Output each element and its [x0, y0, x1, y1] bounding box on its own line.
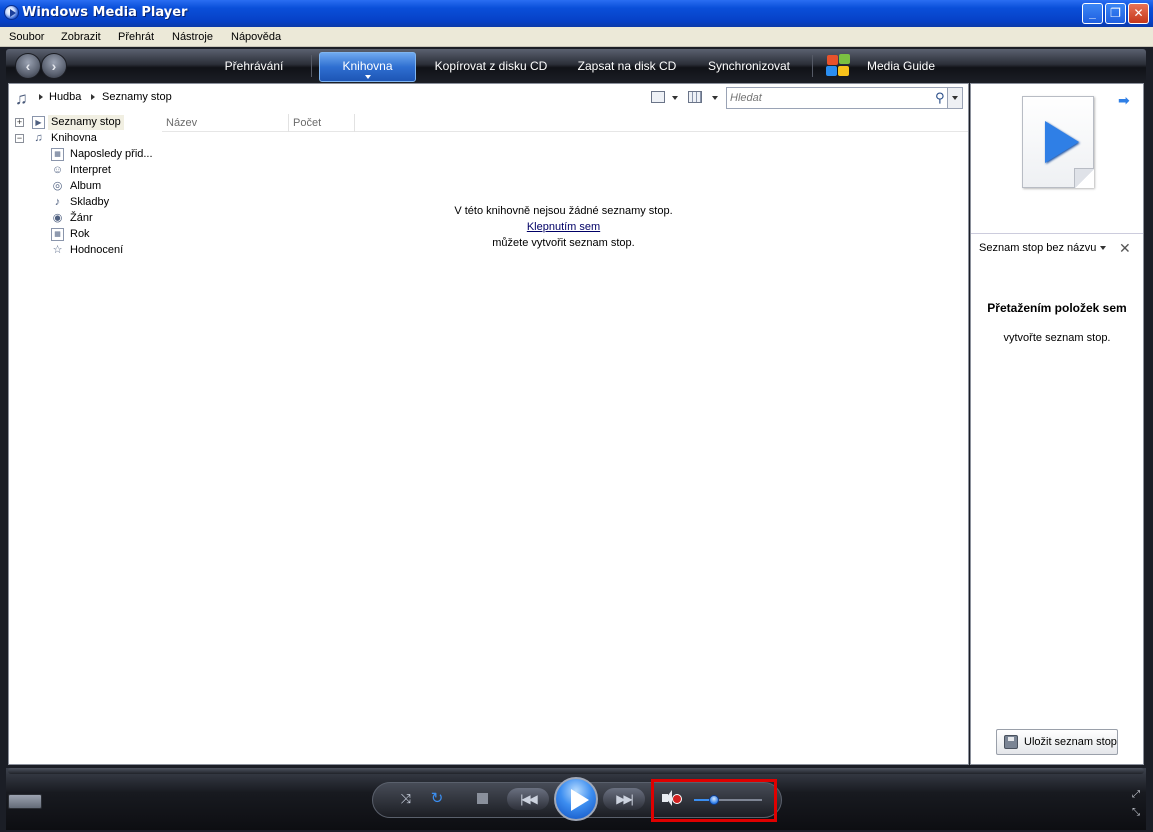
empty-state: V této knihovně nejsou žádné seznamy sto… [409, 203, 718, 251]
seek-bar[interactable] [8, 768, 1144, 774]
play-button[interactable] [554, 777, 598, 821]
note-icon: ♪ [54, 196, 61, 208]
close-button[interactable]: ✕ [1128, 3, 1149, 24]
library-pane: ♫ Hudba Seznamy stop ⚲ + ▶ Seznamy stop … [8, 83, 969, 765]
highlight-box [651, 779, 777, 822]
tree-item-artist[interactable]: ☺ Interpret [51, 163, 161, 179]
tab-library-label: Knihovna [342, 59, 393, 73]
drag-hint-subtitle: vytvořte seznam stop. [1003, 332, 1111, 344]
music-note-icon[interactable]: ♫ [15, 89, 28, 109]
genre-icon: ◉ [52, 212, 63, 224]
clear-list-icon[interactable]: ✕ [1119, 240, 1131, 257]
tree-item-library[interactable]: − ♫ Knihovna [15, 131, 135, 147]
chevron-down-icon [1100, 246, 1107, 251]
artist-icon: ☺ [51, 164, 64, 176]
save-playlist-label: Uložit seznam stop [1024, 736, 1117, 748]
save-icon [1004, 735, 1018, 749]
save-playlist-button[interactable]: Uložit seznam stop [996, 729, 1118, 755]
tree-item-rating[interactable]: ☆ Hodnocení [51, 243, 161, 259]
breadcrumb-music[interactable]: Hudba [49, 91, 81, 103]
tree-item-recently-added[interactable]: ▦ Naposledy přid... [51, 147, 161, 163]
tab-rip-cd[interactable]: Kopírovat z disku CD [429, 49, 553, 83]
calendar-icon: ▦ [51, 148, 64, 161]
menu-view[interactable]: Zobrazit [61, 31, 101, 43]
collapse-icon[interactable]: − [15, 134, 24, 143]
page-fold [1074, 168, 1094, 188]
stop-button[interactable] [477, 793, 488, 804]
tree-item-genre[interactable]: ◉ Žánr [51, 211, 161, 227]
tab-burn-cd[interactable]: Zapsat na disk CD [571, 49, 683, 83]
tree-item-songs[interactable]: ♪ Skladby [51, 195, 161, 211]
shuffle-icon[interactable]: ⤨ [397, 790, 415, 808]
empty-state-text: V této knihovně nejsou žádné seznamy sto… [454, 205, 673, 217]
tab-now-playing[interactable]: Přehrávání [210, 49, 298, 83]
next-button[interactable]: ▶▶| [603, 788, 645, 810]
tab-library[interactable]: Knihovna [319, 52, 416, 82]
column-header-count[interactable]: Počet [289, 114, 355, 132]
corner-controls: ⤢ ⤡ [1130, 786, 1142, 822]
tab-sync[interactable]: Synchronizovat [701, 49, 797, 83]
album-art-area: ➡ [971, 84, 1143, 234]
search-dropdown-button[interactable] [947, 88, 962, 108]
playlist-name-dropdown[interactable]: Seznam stop bez názvu [979, 242, 1107, 254]
breadcrumb-playlists[interactable]: Seznamy stop [102, 91, 172, 103]
maximize-button[interactable]: ❐ [1105, 3, 1126, 24]
tree-item-album[interactable]: ◎ Album [51, 179, 161, 195]
tree-item-year[interactable]: ▦ Rok [51, 227, 161, 243]
search-box: ⚲ [726, 87, 963, 109]
view-options-icon[interactable] [688, 91, 702, 103]
playlist-document-icon [1022, 96, 1094, 188]
playlist-icon: ▶ [32, 116, 45, 129]
forward-button[interactable]: › [41, 53, 67, 79]
back-button[interactable]: ‹ [15, 53, 41, 79]
tree-item-playlists[interactable]: + ▶ Seznamy stop [15, 115, 135, 131]
chevron-right-icon[interactable] [91, 94, 95, 100]
column-header-row: Název Počet [162, 114, 968, 132]
tab-separator [812, 55, 813, 77]
empty-state-hint: můžete vytvořit seznam stop. [492, 237, 635, 249]
drag-hint-title: Přetažením položek sem [987, 301, 1127, 315]
menu-file[interactable]: Soubor [9, 31, 44, 43]
music-library-icon: ♫ [34, 132, 43, 144]
tab-media-guide[interactable]: Media Guide [862, 49, 940, 83]
switch-to-skin-button[interactable] [8, 794, 42, 809]
star-icon: ☆ [52, 244, 63, 256]
address-bar: ♫ Hudba Seznamy stop ⚲ [9, 84, 968, 112]
search-input[interactable] [730, 90, 925, 106]
arrow-right-icon[interactable]: ➡ [1118, 92, 1130, 109]
chevron-right-icon[interactable] [39, 94, 43, 100]
play-icon [1045, 121, 1079, 163]
minimize-button[interactable]: _ [1082, 3, 1103, 24]
windows-logo-icon [826, 54, 852, 78]
chevron-down-icon[interactable] [672, 96, 678, 100]
calendar-icon: ▦ [51, 228, 64, 241]
nav-bar: ‹ › Přehrávání Knihovna Kopírovat z disk… [6, 49, 1146, 83]
album-icon: ◎ [52, 180, 63, 192]
window-title: Windows Media Player [22, 5, 188, 20]
full-screen-icon[interactable]: ⤢ [1130, 786, 1142, 804]
title-bar[interactable]: Windows Media Player _ ❐ ✕ [0, 0, 1153, 27]
navigation-tree: + ▶ Seznamy stop − ♫ Knihovna ▦ Naposled… [9, 112, 162, 762]
chevron-down-icon[interactable] [712, 96, 718, 100]
compact-mode-icon[interactable]: ⤡ [1130, 804, 1142, 822]
chevron-down-icon[interactable] [364, 75, 371, 79]
menu-play[interactable]: Přehrát [118, 31, 154, 43]
repeat-icon[interactable]: ↻ [428, 790, 446, 808]
search-icon[interactable]: ⚲ [935, 90, 945, 106]
playlist-name: Seznam stop bez názvu [979, 242, 1097, 254]
media-player-icon [4, 5, 19, 20]
list-pane: ➡ Seznam stop bez názvu ✕ Přetažením pol… [970, 83, 1144, 765]
expand-icon[interactable]: + [15, 118, 24, 127]
previous-button[interactable]: |◀◀ [507, 788, 549, 810]
menu-help[interactable]: Nápověda [231, 31, 281, 43]
create-playlist-link[interactable]: Klepnutím sem [527, 221, 600, 233]
menu-bar: Soubor Zobrazit Přehrát Nástroje Nápověd… [0, 27, 1153, 47]
menu-tools[interactable]: Nástroje [172, 31, 213, 43]
tab-separator [311, 55, 312, 77]
column-header-name[interactable]: Název [162, 114, 289, 132]
layout-options-icon[interactable] [651, 91, 665, 103]
